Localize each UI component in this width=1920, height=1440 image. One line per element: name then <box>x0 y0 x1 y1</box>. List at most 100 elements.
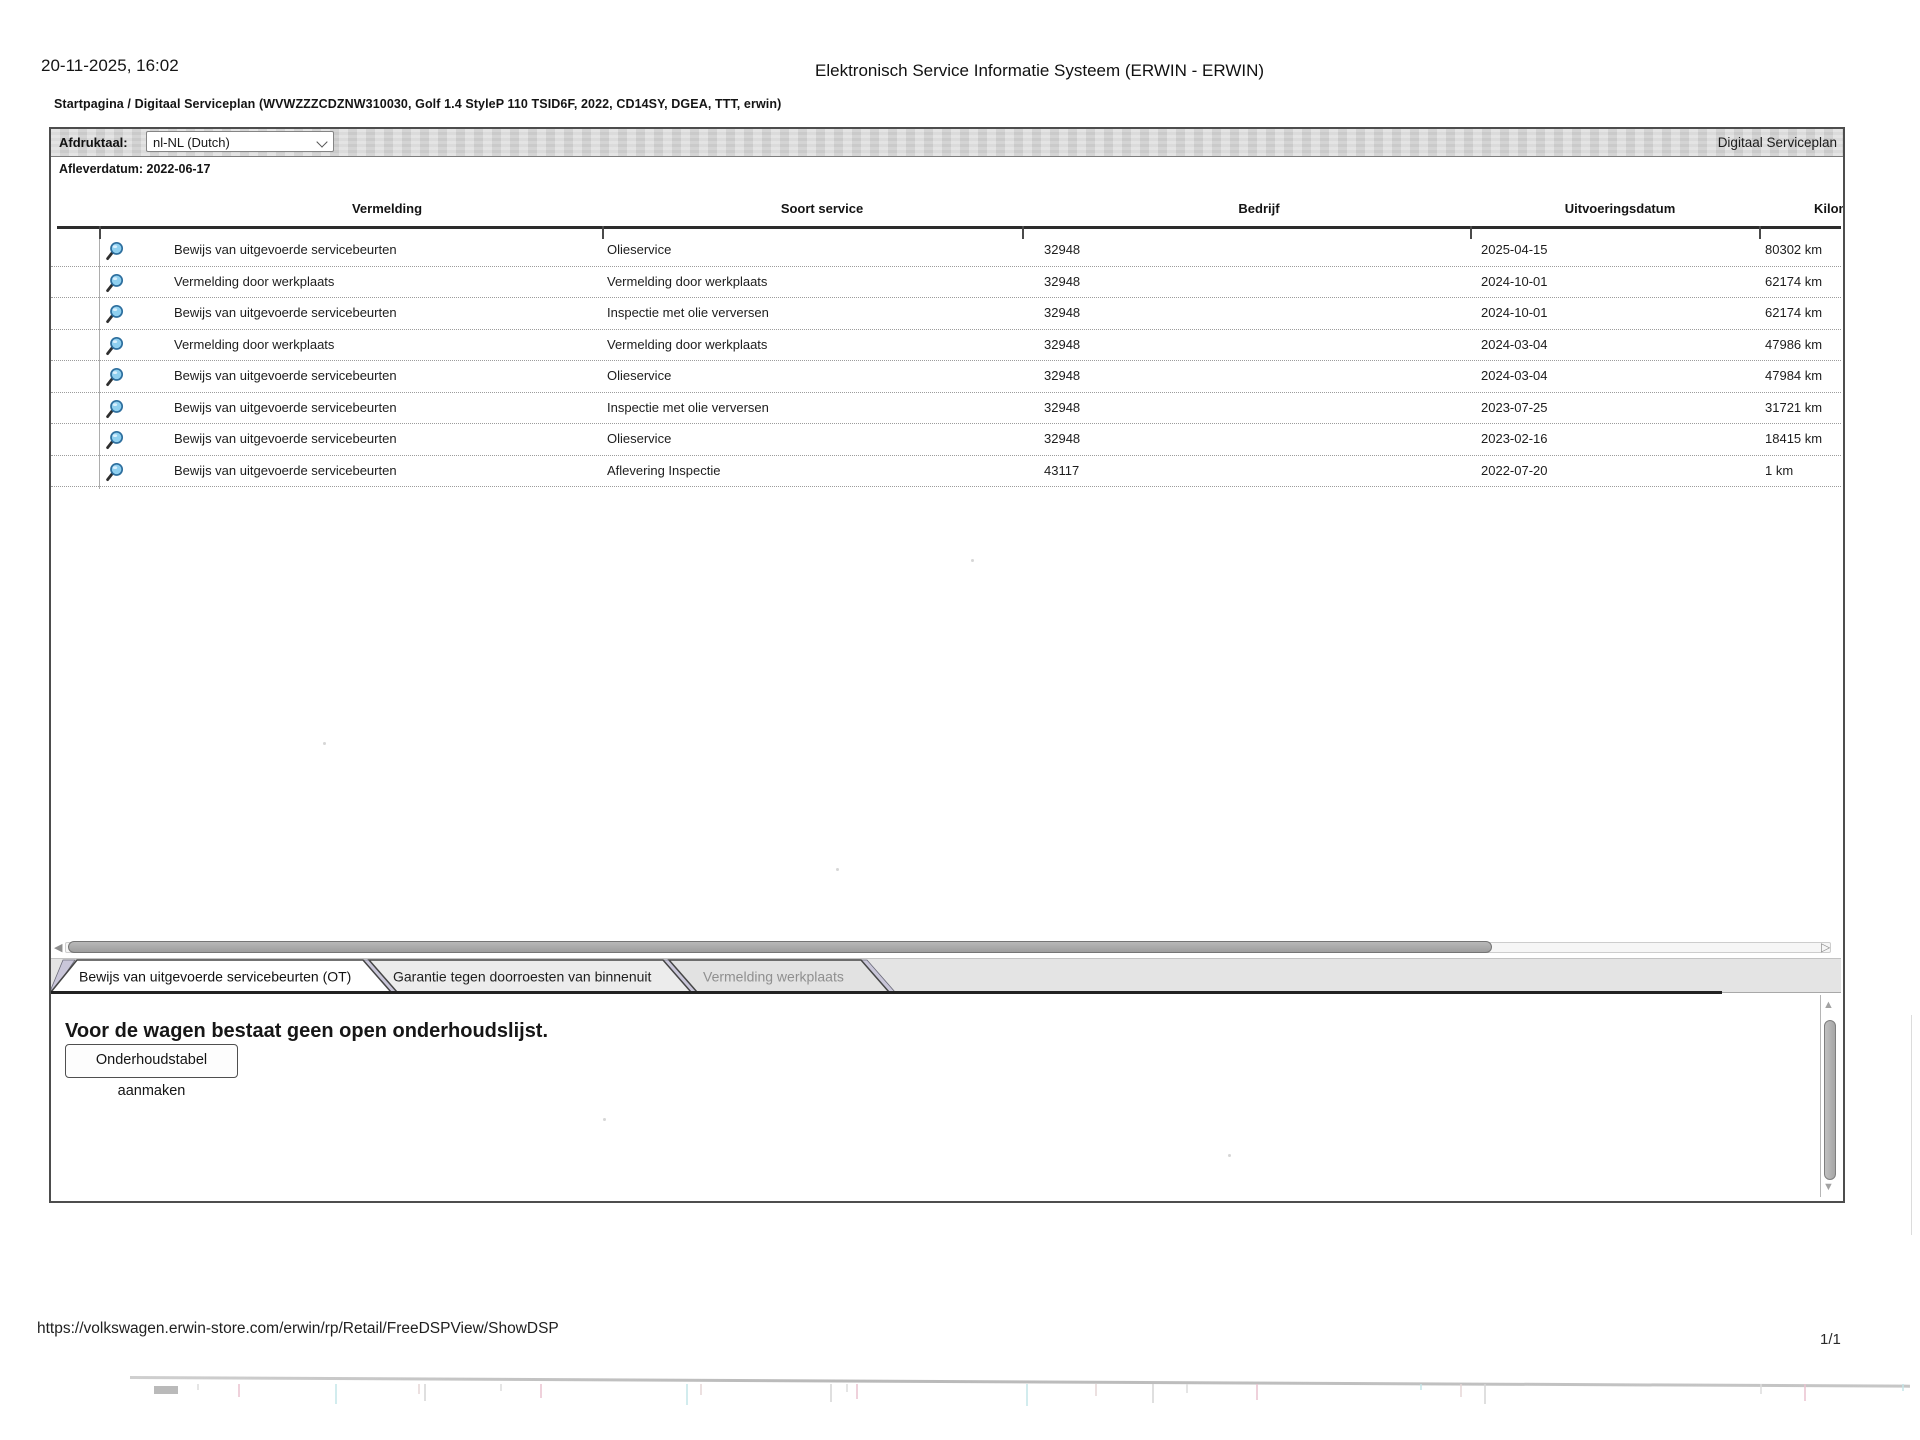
scan-tick <box>500 1384 502 1391</box>
scan-tick <box>1804 1384 1806 1401</box>
scan-tick <box>1460 1384 1462 1397</box>
cell-soort-service: Aflevering Inspectie <box>607 462 721 478</box>
cell-soort-service: Inspectie met olie verversen <box>607 305 769 320</box>
horizontal-scrollbar-thumb[interactable] <box>68 941 1492 953</box>
scan-tick <box>1026 1384 1028 1406</box>
cell-bedrijf: 32948 <box>1044 242 1081 257</box>
service-history-table: Bewijs van uitgevoerde servicebeurten Ol… <box>51 235 1841 487</box>
cell-uitvoeringsdatum: 2024-10-01 <box>1481 273 1548 289</box>
cell-vermelding: Bewijs van uitgevoerde servicebeurten <box>174 368 397 383</box>
scan-tick <box>1484 1384 1486 1404</box>
tab-strip: Vermelding werkplaats Garantie tegen door… <box>49 958 1841 993</box>
cell-kilometerstand: 1 km <box>1765 462 1794 478</box>
chevron-down-icon <box>316 136 328 148</box>
scan-tick <box>686 1384 688 1405</box>
scan-tick <box>424 1384 426 1401</box>
cell-soort-service: Inspectie met olie verversen <box>607 399 769 415</box>
cell-bedrijf: 32948 <box>1044 305 1081 320</box>
zoom-magnifier-icon[interactable] <box>104 429 126 451</box>
create-maintenance-table-button[interactable]: Onderhoudstabel aanmaken <box>65 1044 238 1099</box>
tab-label-0[interactable]: Bewijs van uitgevoerde servicebeurten (O… <box>79 969 351 985</box>
table-row: Bewijs van uitgevoerde servicebeurten Ol… <box>51 424 1841 456</box>
breadcrumb[interactable]: Startpagina / Digitaal Serviceplan (WVWZ… <box>54 97 781 111</box>
cell-vermelding: Bewijs van uitgevoerde servicebeurten <box>174 399 397 415</box>
scan-tick <box>846 1384 848 1392</box>
table-header-underline <box>57 226 1841 229</box>
cell-bedrijf: 32948 <box>1044 431 1081 446</box>
column-tick <box>602 226 604 239</box>
scan-speck <box>836 868 839 871</box>
scan-artifact-block <box>154 1386 178 1394</box>
scan-tick <box>1902 1384 1904 1391</box>
scan-speck <box>323 742 326 745</box>
tab-label-1[interactable]: Garantie tegen doorroesten van binnenuit <box>393 969 652 985</box>
zoom-magnifier-icon[interactable] <box>104 240 126 262</box>
print-language-value: nl-NL (Dutch) <box>153 135 230 150</box>
scan-tick <box>1420 1384 1422 1390</box>
column-tick <box>1022 226 1024 239</box>
cell-bedrijf: 43117 <box>1044 462 1080 478</box>
cell-kilometerstand: 62174 km <box>1765 273 1823 289</box>
cell-vermelding: Bewijs van uitgevoerde servicebeurten <box>174 462 397 478</box>
scroll-down-arrow-icon[interactable]: ▼ <box>1823 1181 1834 1193</box>
tab-strip-underline <box>51 991 1722 994</box>
column-header-kilometerstand: Kilometerstand <box>1814 201 1843 216</box>
cell-kilometerstand: 47986 km <box>1765 336 1823 352</box>
scroll-up-arrow-icon[interactable]: ▲ <box>1823 999 1834 1011</box>
column-tick <box>1759 226 1761 239</box>
printed-datetime: 20-11-2025, 16:02 <box>41 56 179 75</box>
column-header: Bedrijf <box>1238 201 1280 216</box>
cell-vermelding: Bewijs van uitgevoerde servicebeurten <box>174 305 397 320</box>
scan-tick <box>1152 1384 1154 1403</box>
delivery-date: Afleverdatum: 2022-06-17 <box>59 162 211 176</box>
scan-tick <box>335 1384 337 1404</box>
tab-strip-underline-light <box>1722 992 1841 993</box>
table-row: Vermelding door werkplaats Vermelding do… <box>51 267 1841 298</box>
page-number: 1/1 <box>1820 1331 1841 1348</box>
scan-tick <box>830 1384 832 1402</box>
scan-speck <box>971 559 974 562</box>
table-row: Bewijs van uitgevoerde servicebeurten Af… <box>51 456 1841 487</box>
scan-tick <box>700 1384 702 1395</box>
scan-tick <box>540 1384 542 1398</box>
cell-kilometerstand: 18415 km <box>1765 431 1823 446</box>
cell-uitvoeringsdatum: 2022-07-20 <box>1481 462 1548 478</box>
cell-kilometerstand: 31721 km <box>1765 399 1823 415</box>
table-row: Bewijs van uitgevoerde servicebeurten Ol… <box>51 235 1841 267</box>
scan-speck <box>603 1118 606 1121</box>
scroll-left-arrow-icon[interactable]: ◀ <box>54 940 62 956</box>
cell-uitvoeringsdatum: 2024-10-01 <box>1481 305 1548 320</box>
print-language-select[interactable]: nl-NL (Dutch) <box>146 131 334 152</box>
vertical-scrollbar-thumb[interactable] <box>1824 1020 1836 1180</box>
scroll-right-arrow-icon[interactable]: ▷ <box>1821 939 1830 955</box>
tab-label-2[interactable]: Vermelding werkplaats <box>703 969 844 985</box>
cell-uitvoeringsdatum: 2025-04-15 <box>1481 242 1548 257</box>
zoom-magnifier-icon[interactable] <box>104 398 126 420</box>
scan-tick <box>418 1384 420 1394</box>
cell-kilometerstand: 62174 km <box>1765 305 1823 320</box>
print-language-label: Afdruktaal: <box>59 135 128 150</box>
cell-vermelding: Bewijs van uitgevoerde servicebeurten <box>174 242 397 257</box>
scan-tick <box>856 1384 858 1399</box>
cell-vermelding: Bewijs van uitgevoerde servicebeurten <box>174 431 397 446</box>
cell-vermelding: Vermelding door werkplaats <box>174 273 335 289</box>
zoom-magnifier-icon[interactable] <box>104 335 126 357</box>
table-row: Bewijs van uitgevoerde servicebeurten In… <box>51 393 1841 424</box>
cell-bedrijf: 32948 <box>1044 336 1081 352</box>
cell-soort-service: Olieservice <box>607 242 672 257</box>
column-tick <box>1470 226 1472 239</box>
cell-soort-service: Olieservice <box>607 431 672 446</box>
vertical-scrollbar-border <box>1820 995 1821 1197</box>
toolbar: Afdruktaal: nl-NL (Dutch) Digitaal Servi… <box>51 129 1843 157</box>
scanned-service-plan-page: 20-11-2025, 16:02 Elektronisch Service I… <box>0 0 1920 1440</box>
zoom-magnifier-icon[interactable] <box>104 272 126 294</box>
cell-bedrijf: 32948 <box>1044 273 1081 289</box>
scan-artifact-line <box>129 1376 1910 1388</box>
zoom-magnifier-icon[interactable] <box>104 366 126 388</box>
cell-kilometerstand: 47984 km <box>1765 368 1823 383</box>
plan-title: Digitaal Serviceplan <box>1717 135 1837 150</box>
cell-uitvoeringsdatum: 2024-03-04 <box>1481 336 1548 352</box>
zoom-magnifier-icon[interactable] <box>104 461 126 483</box>
zoom-magnifier-icon[interactable] <box>104 303 126 325</box>
cell-uitvoeringsdatum: 2024-03-04 <box>1481 368 1548 383</box>
